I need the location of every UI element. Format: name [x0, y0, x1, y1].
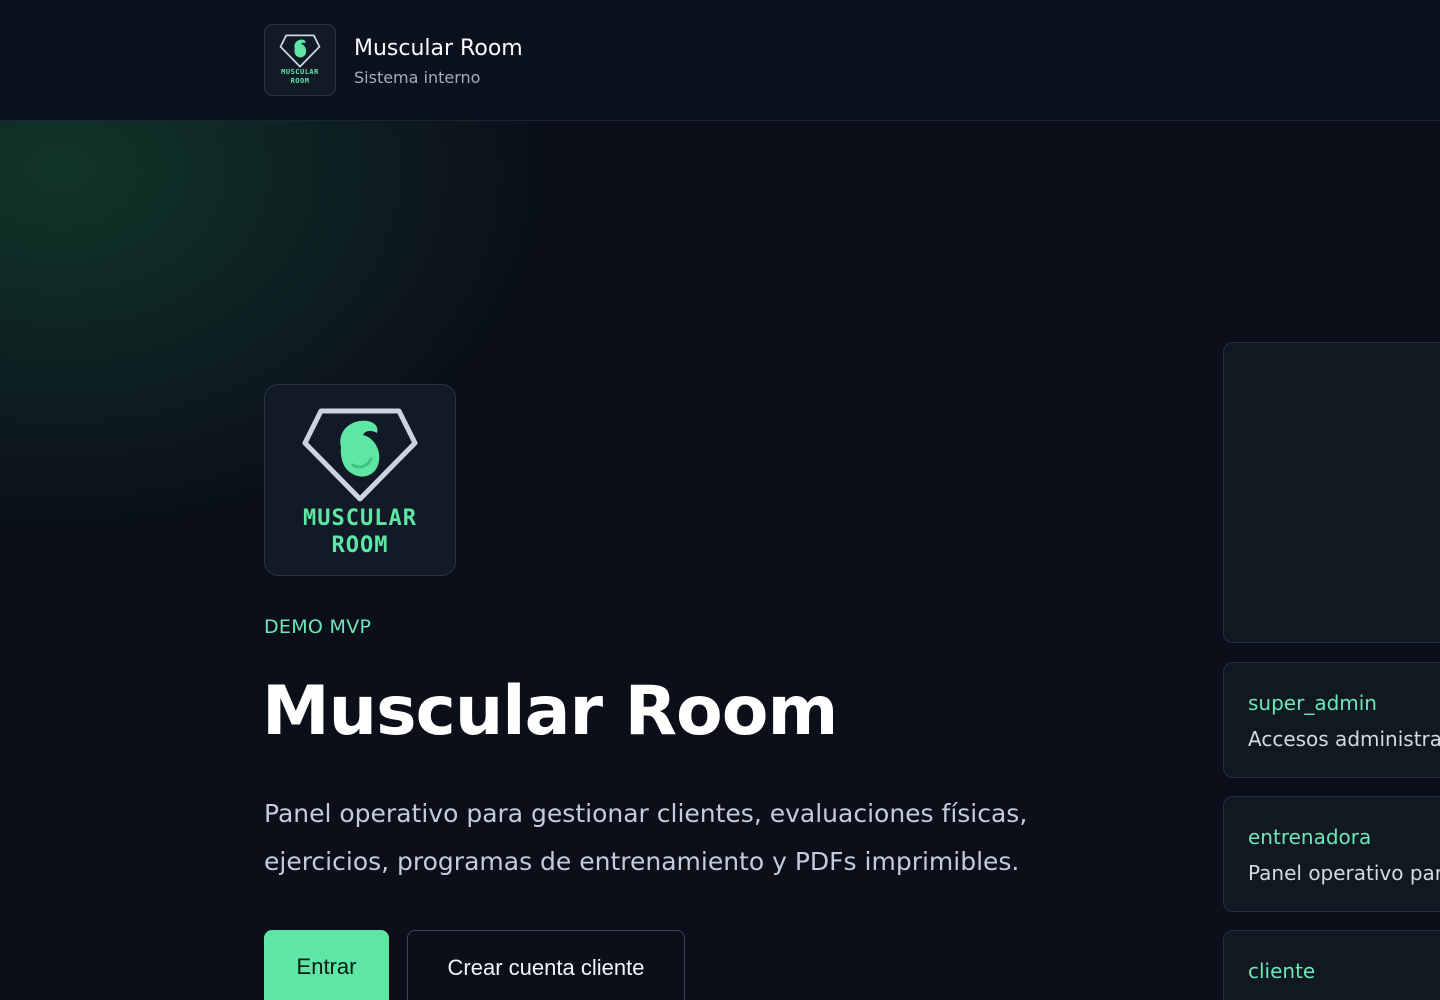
- eyebrow-label: DEMO MVP: [264, 616, 372, 638]
- hero-logo-line2: ROOM: [331, 533, 389, 558]
- page-title: Muscular Room: [262, 672, 838, 751]
- role-name: entrenadora: [1248, 825, 1372, 849]
- header-logo[interactable]: MUSCULAR ROOM: [264, 24, 336, 96]
- role-name: cliente: [1248, 959, 1316, 983]
- role-name: super_admin: [1248, 691, 1377, 715]
- hero-description: Panel operativo para gestionar clientes,…: [264, 799, 1028, 876]
- header-logo-line1: MUSCULAR: [281, 68, 319, 76]
- page: MUSCULAR ROOM Muscular Room Sistema inte…: [0, 0, 1440, 1000]
- brand-name: Muscular Room: [354, 36, 523, 61]
- header-logo-text: MUSCULAR ROOM: [281, 68, 319, 86]
- muscle-diamond-icon: [279, 34, 321, 68]
- header-logo-line2: ROOM: [290, 77, 310, 85]
- role-description: Panel operativo para: [1248, 861, 1440, 885]
- hero-logo-line1: MUSCULAR: [303, 506, 417, 531]
- role-card-entrenadora[interactable]: entrenadora Panel operativo para: [1223, 796, 1440, 912]
- role-description: Accesos administrativ: [1248, 727, 1440, 751]
- preview-card: [1223, 342, 1440, 643]
- role-card-super-admin[interactable]: super_admin Accesos administrativ: [1223, 662, 1440, 778]
- create-client-account-button[interactable]: Crear cuenta cliente: [407, 930, 685, 1000]
- hero-logo: MUSCULAR ROOM: [264, 384, 456, 576]
- login-button[interactable]: Entrar: [264, 930, 389, 1000]
- brand-subtitle: Sistema interno: [354, 68, 481, 87]
- role-card-cliente[interactable]: cliente: [1223, 930, 1440, 1000]
- hero-logo-text: MUSCULAR ROOM: [303, 505, 417, 559]
- muscle-diamond-icon: [302, 408, 418, 502]
- top-header: MUSCULAR ROOM Muscular Room Sistema inte…: [0, 0, 1440, 121]
